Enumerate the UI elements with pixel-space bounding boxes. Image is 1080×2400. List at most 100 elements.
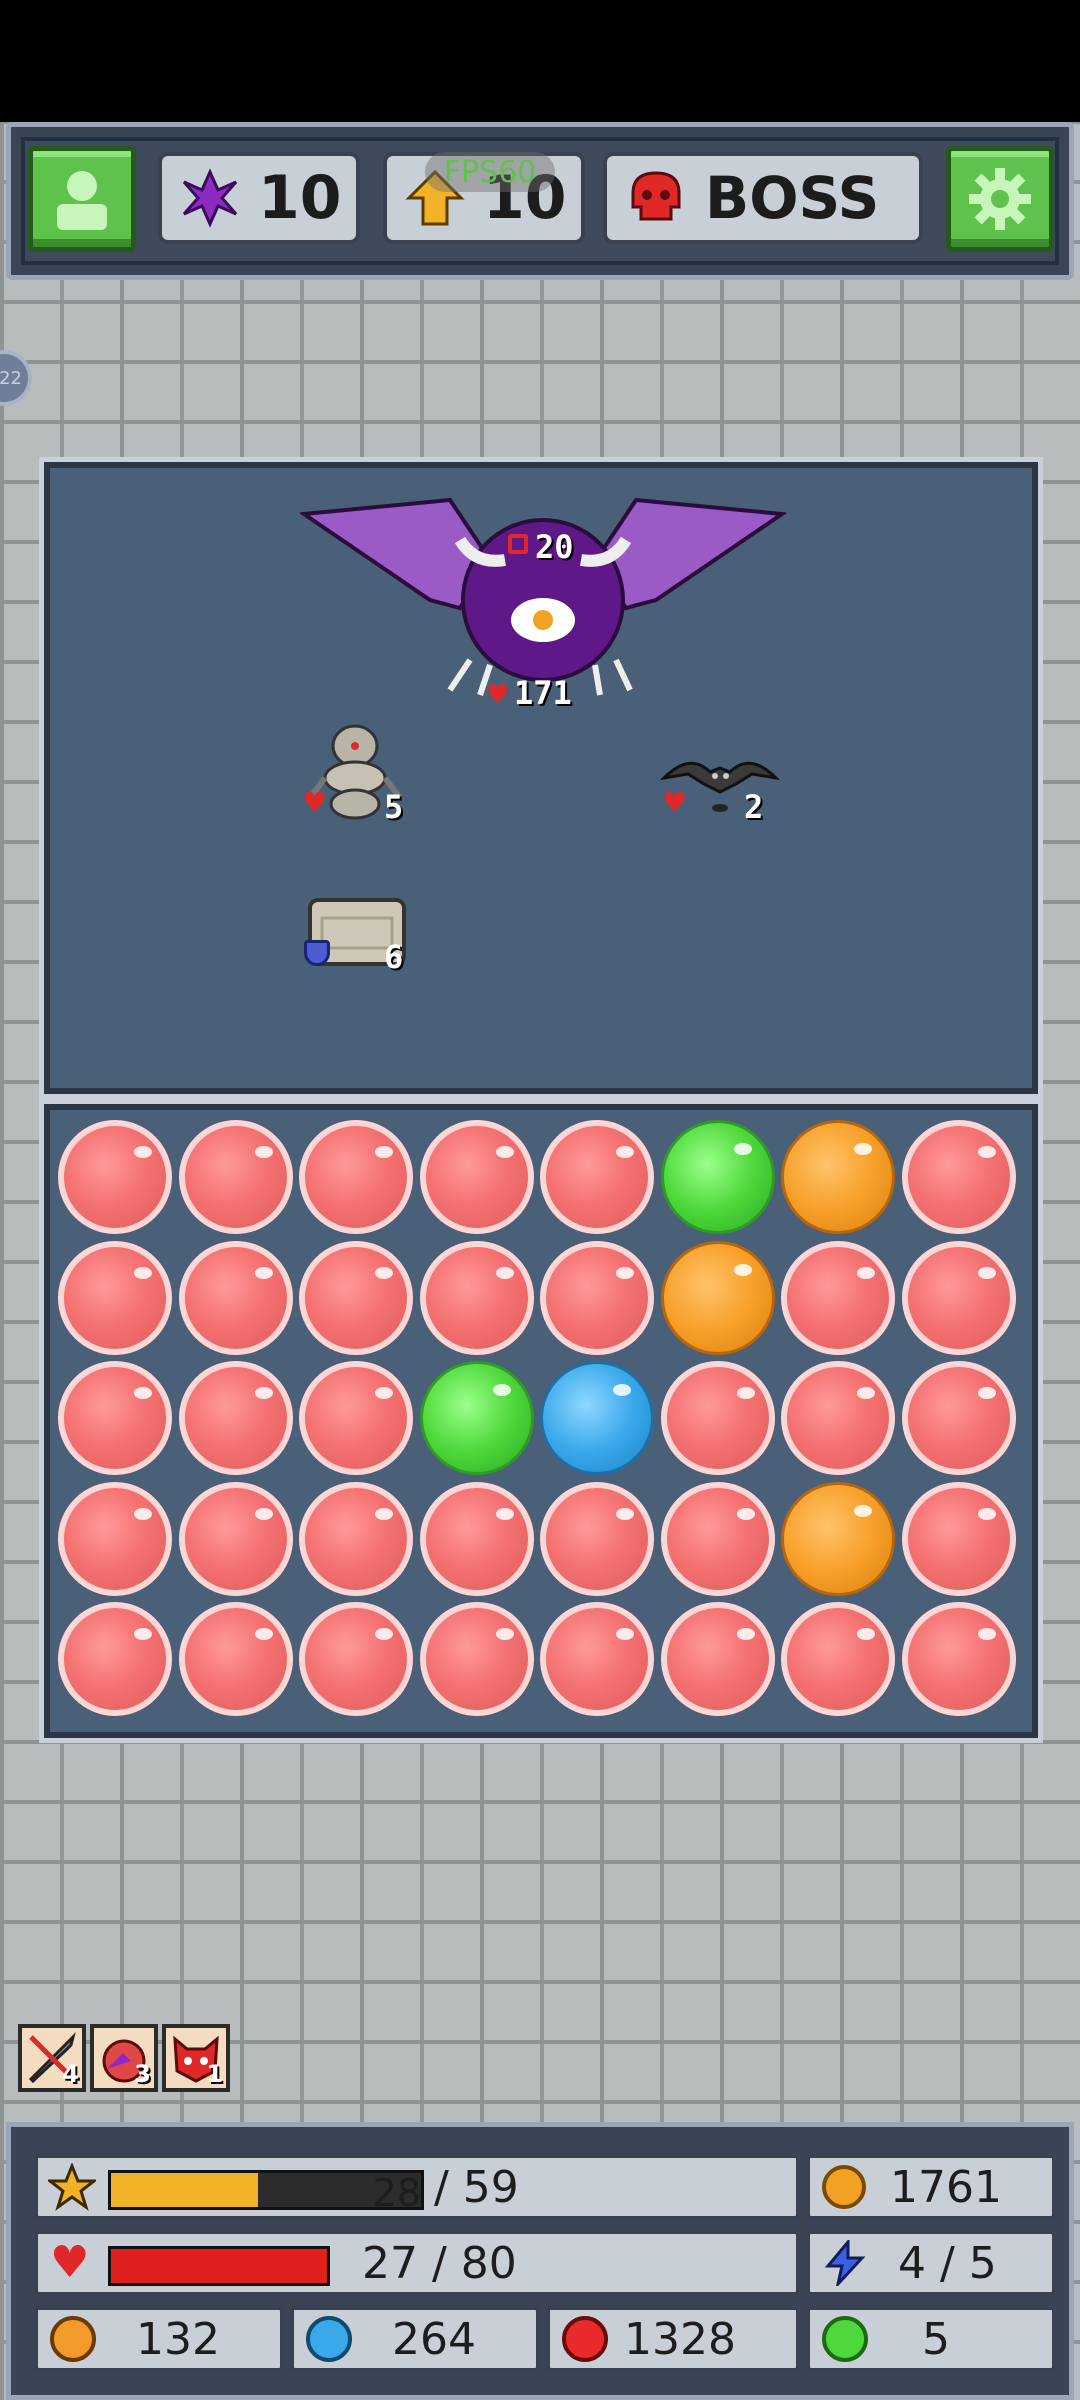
- red-orb-count: 1328: [547, 2307, 799, 2371]
- user-icon: [57, 171, 107, 230]
- hp-value: 27 / 80: [362, 2237, 517, 2289]
- green-orb-count: 5: [807, 2307, 1055, 2371]
- red-orb[interactable]: [540, 1240, 654, 1355]
- orange-orb-count: 132: [35, 2307, 283, 2371]
- green-orb-icon: [822, 2316, 868, 2362]
- gold-coin-icon: [822, 2165, 866, 2209]
- gold-cell: 1761: [807, 2155, 1055, 2219]
- boss-heart-icon: ♥: [486, 680, 510, 710]
- energy-cell: 4 / 5: [807, 2231, 1055, 2295]
- red-orb[interactable]: [419, 1481, 534, 1596]
- orange-orb[interactable]: [660, 1240, 775, 1355]
- red-orb-value: 1328: [624, 2313, 736, 2365]
- status-bar-area: [0, 0, 1080, 122]
- red-orb[interactable]: [299, 1120, 413, 1234]
- blue-orb[interactable]: [540, 1361, 654, 1475]
- shield-icon: [304, 940, 330, 966]
- red-orb[interactable]: [781, 1240, 895, 1355]
- hp-row: ♥ 27 / 80: [35, 2231, 799, 2295]
- item-slot-sword[interactable]: 4: [18, 2024, 86, 2092]
- boss-attack-icon: [508, 534, 528, 554]
- mummy-heart-icon: ♥: [302, 786, 328, 819]
- orange-orb[interactable]: [781, 1481, 895, 1596]
- battle-arena: 20 ♥ 171 ♥ 5 ♥ 2 6: [39, 457, 1043, 1099]
- red-orb[interactable]: [178, 1361, 293, 1475]
- boss-attack-value: 20: [535, 528, 574, 566]
- side-badge[interactable]: 22: [0, 350, 32, 406]
- stage-label: BOSS: [705, 164, 880, 232]
- red-orb[interactable]: [781, 1602, 895, 1716]
- hp-bar-fill: [111, 2249, 327, 2283]
- boss-skull-icon: [631, 171, 681, 221]
- energy-value: 4 / 5: [898, 2237, 997, 2289]
- red-orb[interactable]: [660, 1602, 775, 1716]
- sword-count: 4: [62, 2060, 79, 2088]
- mask-count: 1: [206, 2060, 223, 2088]
- red-orb[interactable]: [781, 1361, 895, 1475]
- essence-counter: 10: [158, 152, 360, 244]
- green-orb[interactable]: [419, 1361, 534, 1475]
- red-orb[interactable]: [178, 1240, 293, 1355]
- green-orb-value: 5: [922, 2313, 950, 2365]
- star-icon: [48, 2163, 96, 2211]
- red-orb[interactable]: [58, 1240, 172, 1355]
- orange-orb[interactable]: [781, 1120, 895, 1234]
- red-orb[interactable]: [660, 1361, 775, 1475]
- blue-orb-icon: [306, 2316, 352, 2362]
- green-orb[interactable]: [660, 1120, 775, 1234]
- hp-bar: [108, 2246, 330, 2286]
- red-orb[interactable]: [58, 1361, 172, 1475]
- red-orb[interactable]: [299, 1481, 413, 1596]
- red-orb[interactable]: [419, 1240, 534, 1355]
- red-orb[interactable]: [299, 1361, 413, 1475]
- red-orb[interactable]: [540, 1602, 654, 1716]
- purple-essence-icon: [182, 168, 238, 228]
- red-orb[interactable]: [178, 1481, 293, 1596]
- red-orb[interactable]: [419, 1120, 534, 1234]
- blue-orb-value: 264: [392, 2313, 476, 2365]
- profile-button[interactable]: [28, 146, 136, 252]
- bat-heart-icon: ♥: [662, 786, 688, 819]
- red-orb[interactable]: [58, 1481, 172, 1596]
- orange-orb-icon: [50, 2316, 96, 2362]
- blue-orb-count: 264: [291, 2307, 539, 2371]
- red-orb[interactable]: [299, 1602, 413, 1716]
- lightning-icon: [824, 2240, 866, 2286]
- red-orb[interactable]: [901, 1481, 1016, 1596]
- red-orb[interactable]: [178, 1120, 293, 1234]
- boss-hp-value: 171: [514, 674, 572, 712]
- red-orb[interactable]: [299, 1240, 413, 1355]
- item-slot-mask[interactable]: 1: [162, 2024, 230, 2092]
- gold-value: 1761: [890, 2161, 1002, 2213]
- red-orb[interactable]: [58, 1602, 172, 1716]
- orb-board: [39, 1099, 1043, 1743]
- xp-bar-fill: [111, 2173, 259, 2207]
- settings-button[interactable]: [946, 146, 1054, 252]
- red-orb[interactable]: [901, 1361, 1016, 1475]
- orange-orb-value: 132: [136, 2313, 220, 2365]
- mummy-hp-value: 5: [384, 788, 404, 826]
- red-orb[interactable]: [660, 1481, 775, 1596]
- red-orb[interactable]: [901, 1120, 1016, 1234]
- stage-indicator: BOSS: [603, 152, 923, 244]
- red-orb[interactable]: [540, 1120, 654, 1234]
- fps-indicator: FPS60: [425, 152, 555, 192]
- xp-row: 28 / 59: [35, 2155, 799, 2219]
- gear-icon: [969, 168, 1031, 230]
- item-slot-potion[interactable]: 3: [90, 2024, 158, 2092]
- xp-current: 28: [372, 2171, 421, 2215]
- essence-value: 10: [258, 163, 342, 233]
- red-orb-icon: [562, 2316, 608, 2362]
- stats-panel: 28 / 59 1761 ♥ 27 / 80 4 / 5 132 264 132…: [6, 2122, 1074, 2400]
- xp-bar: 28: [108, 2170, 424, 2215]
- red-orb[interactable]: [540, 1481, 654, 1596]
- xp-max: / 59: [434, 2161, 519, 2213]
- red-orb[interactable]: [901, 1602, 1016, 1716]
- heart-icon: ♥: [50, 2237, 90, 2288]
- red-orb[interactable]: [178, 1602, 293, 1716]
- chest-shield-value: 6: [384, 938, 404, 976]
- red-orb[interactable]: [58, 1120, 172, 1234]
- red-orb[interactable]: [901, 1240, 1016, 1355]
- red-orb[interactable]: [419, 1602, 534, 1716]
- potion-count: 3: [134, 2060, 151, 2088]
